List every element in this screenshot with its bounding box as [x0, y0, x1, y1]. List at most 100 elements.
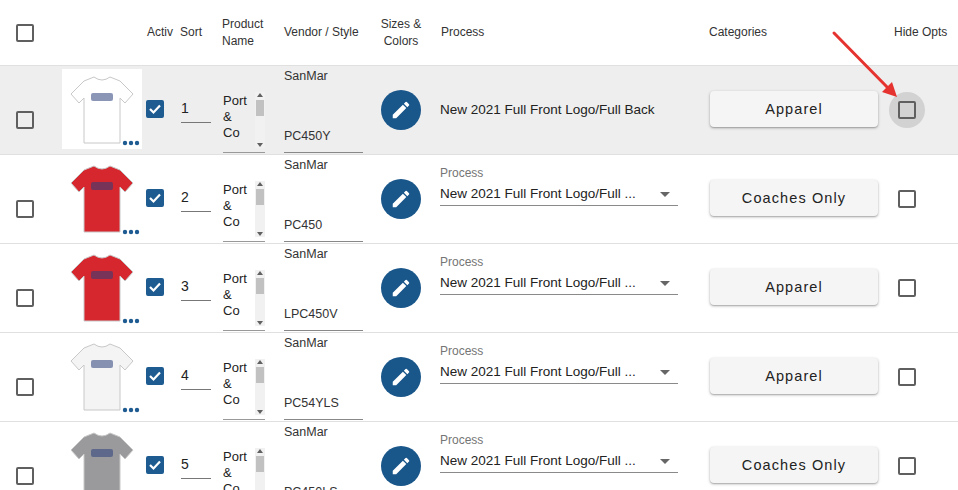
row-select-checkbox[interactable]: [16, 378, 34, 396]
scroll-up-icon[interactable]: [256, 181, 264, 187]
scroll-thumb[interactable]: [256, 100, 264, 116]
scrollbar[interactable]: [255, 359, 265, 415]
process-select[interactable]: ProcessNew 2021 Full Front Logo/Full ...: [440, 255, 678, 295]
table-row[interactable]: 3Port & CoSanMarLPC450VProcessNew 2021 F…: [0, 244, 958, 333]
active-checkbox[interactable]: [146, 189, 164, 207]
process-select[interactable]: ProcessNew 2021 Full Front Logo/Full ...: [440, 166, 678, 206]
more-options-icon[interactable]: [122, 318, 140, 324]
style-input[interactable]: LPC450V: [284, 306, 363, 331]
hide-opts-checkbox[interactable]: [898, 279, 916, 297]
process-select[interactable]: ProcessNew 2021 Full Front Logo/Full ...: [440, 433, 678, 473]
product-thumbnail[interactable]: [62, 247, 142, 327]
product-name-textarea[interactable]: Port & Co: [223, 179, 265, 242]
active-checkbox[interactable]: [146, 367, 164, 385]
category-button[interactable]: Apparel: [710, 269, 878, 305]
edit-sizes-button[interactable]: [381, 268, 421, 308]
select-all-checkbox[interactable]: [16, 24, 34, 42]
dropdown-arrow-icon[interactable]: [660, 192, 670, 197]
scroll-up-icon[interactable]: [256, 92, 264, 98]
product-image[interactable]: [62, 425, 142, 490]
category-button[interactable]: Coaches Only: [710, 180, 878, 216]
more-options-icon[interactable]: [122, 229, 140, 235]
scrollbar[interactable]: [255, 92, 265, 148]
scroll-up-icon[interactable]: [256, 359, 264, 365]
category-button[interactable]: Coaches Only: [710, 447, 878, 483]
active-checkbox[interactable]: [146, 456, 164, 474]
scroll-thumb[interactable]: [256, 367, 264, 383]
edit-sizes-button[interactable]: [381, 90, 421, 130]
product-name-textarea[interactable]: Port & Co: [223, 268, 265, 331]
row-select-checkbox[interactable]: [16, 289, 34, 307]
scrollbar[interactable]: [255, 448, 265, 490]
dropdown-arrow-icon[interactable]: [660, 281, 670, 286]
product-image[interactable]: [62, 247, 142, 327]
table-row[interactable]: 2Port & CoSanMarPC450ProcessNew 2021 Ful…: [0, 155, 958, 244]
process-value-row[interactable]: New 2021 Full Front Logo/Full ...: [440, 275, 678, 295]
product-thumbnail[interactable]: [62, 425, 142, 490]
style-input[interactable]: PC450: [284, 217, 363, 242]
edit-sizes-button[interactable]: [381, 357, 421, 397]
scroll-thumb[interactable]: [256, 278, 264, 294]
process-select[interactable]: ProcessNew 2021 Full Front Logo/Full ...: [440, 344, 678, 384]
scroll-down-icon[interactable]: [256, 409, 264, 415]
active-checkbox[interactable]: [146, 100, 164, 118]
column-header[interactable]: Categories: [705, 0, 890, 65]
row-select-checkbox[interactable]: [16, 467, 34, 485]
scroll-thumb[interactable]: [256, 189, 264, 205]
column-header[interactable]: Product Name: [218, 0, 280, 65]
category-button[interactable]: Apparel: [710, 358, 878, 394]
hide-opts-checkbox[interactable]: [898, 457, 916, 475]
hide-opts-checkbox[interactable]: [898, 190, 916, 208]
process-value-row[interactable]: New 2021 Full Front Logo/Full ...: [440, 186, 678, 206]
table-row[interactable]: 1Port & CoSanMarPC450YNew 2021 Full Fron…: [0, 66, 958, 155]
scroll-up-icon[interactable]: [256, 448, 264, 454]
table-row[interactable]: 4Port & CoSanMarPC54YLSProcessNew 2021 F…: [0, 333, 958, 422]
product-thumbnail[interactable]: [62, 158, 142, 238]
hide-opts-checkbox[interactable]: [898, 368, 916, 386]
column-header[interactable]: Sort: [176, 0, 218, 65]
dropdown-arrow-icon[interactable]: [660, 459, 670, 464]
scroll-up-icon[interactable]: [256, 270, 264, 276]
process-value-row[interactable]: New 2021 Full Front Logo/Full ...: [440, 453, 678, 473]
scroll-down-icon[interactable]: [256, 231, 264, 237]
edit-sizes-button[interactable]: [381, 179, 421, 219]
scroll-down-icon[interactable]: [256, 320, 264, 326]
column-header[interactable]: Vendor / Style: [280, 0, 365, 65]
active-checkbox[interactable]: [146, 278, 164, 296]
style-input[interactable]: PC450LS: [284, 484, 363, 490]
scrollbar[interactable]: [255, 270, 265, 326]
scroll-down-icon[interactable]: [256, 142, 264, 148]
product-thumbnail[interactable]: [62, 69, 142, 149]
process-value-row[interactable]: New 2021 Full Front Logo/Full ...: [440, 364, 678, 384]
column-header[interactable]: Activ: [143, 0, 176, 65]
product-image[interactable]: [62, 69, 142, 149]
hide-opts-checkbox[interactable]: [898, 101, 916, 119]
scrollbar[interactable]: [255, 181, 265, 237]
product-image[interactable]: [62, 336, 142, 416]
more-options-icon[interactable]: [122, 407, 140, 413]
product-name-textarea[interactable]: Port & Co: [223, 357, 265, 420]
edit-sizes-button[interactable]: [381, 446, 421, 486]
sort-input[interactable]: 4: [181, 363, 211, 390]
dropdown-arrow-icon[interactable]: [660, 370, 670, 375]
product-thumbnail[interactable]: [62, 336, 142, 416]
scroll-thumb[interactable]: [256, 456, 264, 472]
image-cell: [50, 244, 143, 332]
row-select-checkbox[interactable]: [16, 200, 34, 218]
sort-input[interactable]: 3: [181, 274, 211, 301]
sort-input[interactable]: 5: [181, 452, 211, 479]
more-options-icon[interactable]: [122, 140, 140, 146]
row-select-checkbox[interactable]: [16, 111, 34, 129]
product-image[interactable]: [62, 158, 142, 238]
sort-input[interactable]: 1: [181, 96, 211, 123]
column-header[interactable]: Process: [437, 0, 705, 65]
category-button[interactable]: Apparel: [710, 91, 878, 127]
product-name-textarea[interactable]: Port & Co: [223, 90, 265, 153]
style-input[interactable]: PC450Y: [284, 128, 363, 153]
product-name-textarea[interactable]: Port & Co: [223, 446, 265, 490]
style-input[interactable]: PC54YLS: [284, 395, 363, 420]
column-header[interactable]: Sizes & Colors: [365, 0, 437, 65]
sort-input[interactable]: 2: [181, 185, 211, 212]
column-header[interactable]: Hide Opts: [890, 0, 958, 65]
table-row[interactable]: 5Port & CoSanMarPC450LSProcessNew 2021 F…: [0, 422, 958, 490]
